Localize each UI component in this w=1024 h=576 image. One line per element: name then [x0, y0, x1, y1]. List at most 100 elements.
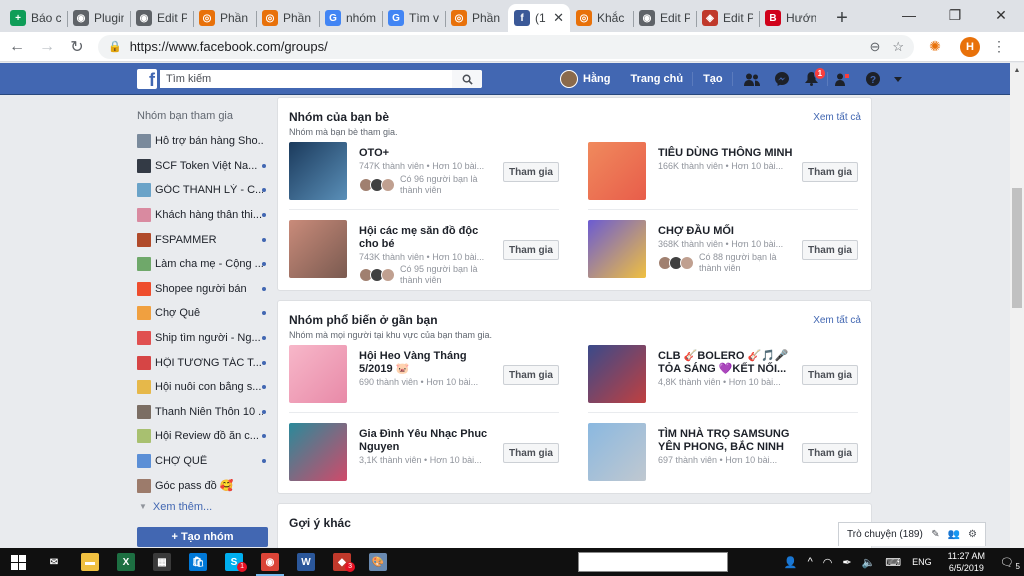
new-message-icon[interactable]: ✎	[931, 529, 939, 540]
join-group-button[interactable]: Tham gia	[503, 443, 559, 463]
browser-tab[interactable]: ◎ Phần	[256, 4, 319, 32]
pen-icon[interactable]: ✒	[842, 556, 851, 569]
taskbar-search-box[interactable]	[578, 552, 728, 572]
search-icon[interactable]	[452, 70, 482, 88]
back-arrow-icon[interactable]: ←	[4, 34, 30, 60]
close-window-icon[interactable]: ✕	[978, 0, 1024, 30]
zoom-icon[interactable]: ⊖	[869, 39, 880, 55]
taskbar-chrome-icon[interactable]: ◉	[252, 548, 288, 576]
group-cover-image[interactable]	[588, 142, 646, 200]
browser-tab[interactable]: f (1 ✕	[508, 4, 570, 32]
browser-tab[interactable]: ◈ Edit P	[696, 4, 759, 32]
input-language[interactable]: ENG	[912, 557, 932, 567]
sidebar-group-item[interactable]: Chợ Quê	[137, 301, 268, 326]
see-all-link[interactable]: Xem tất cả	[813, 315, 861, 326]
find-friends-icon[interactable]	[828, 73, 858, 86]
action-center-icon[interactable]: 🗨 5	[1000, 556, 1020, 571]
sidebar-group-item[interactable]: Góc pass đồ 🥰	[137, 473, 268, 498]
new-group-chat-icon[interactable]: 👥	[948, 529, 960, 540]
sidebar-group-item[interactable]: HỘI TƯƠNG TÁC T...	[137, 350, 268, 375]
home-link[interactable]: Trang chủ	[621, 73, 693, 85]
sidebar-group-item[interactable]: FSPAMMER	[137, 227, 268, 252]
sidebar-group-item[interactable]: GÓC THANH LÝ - C...	[137, 178, 268, 203]
chat-sidebar-bar[interactable]: Trò chuyện (189) ✎ 👥 ⚙	[838, 522, 986, 546]
join-group-button[interactable]: Tham gia	[503, 365, 559, 385]
taskbar-calculator-icon[interactable]: ▦	[144, 548, 180, 576]
user-avatar[interactable]	[560, 70, 578, 88]
see-all-link[interactable]: Xem tất cả	[813, 112, 861, 123]
search-input[interactable]	[160, 70, 452, 88]
join-group-button[interactable]: Tham gia	[802, 240, 858, 260]
join-group-button[interactable]: Tham gia	[802, 443, 858, 463]
notifications-bell-icon[interactable]: 1	[797, 67, 827, 86]
group-cover-image[interactable]	[289, 142, 347, 200]
create-link[interactable]: Tạo	[693, 73, 732, 85]
taskbar-excel-icon[interactable]: X	[108, 548, 144, 576]
taskbar-clock[interactable]: 11:27 AM 6/5/2019	[948, 550, 985, 574]
taskbar-explorer-icon[interactable]: ▬	[72, 548, 108, 576]
facebook-logo-icon[interactable]: f	[137, 69, 157, 89]
browser-tab[interactable]: Gnhóm	[319, 4, 382, 32]
create-group-button[interactable]: + Tạo nhóm	[137, 527, 268, 547]
join-group-button[interactable]: Tham gia	[802, 365, 858, 385]
group-name-link[interactable]: CLB 🎸BOLERO 🎸🎵🎤 TỎA SÁNG 💜KẾT NỐI...	[658, 350, 798, 376]
chat-settings-gear-icon[interactable]: ⚙	[968, 529, 977, 540]
group-name-link[interactable]: Gia Đình Yêu Nhạc Phuc Nguyen	[359, 428, 499, 454]
chrome-menu-icon[interactable]: ⋮	[992, 38, 1006, 55]
join-group-button[interactable]: Tham gia	[503, 240, 559, 260]
extension-icon[interactable]: ✺	[926, 38, 944, 56]
people-icon[interactable]: 👤	[784, 556, 798, 569]
friend-avatar[interactable]	[381, 268, 395, 282]
profile-avatar[interactable]: H	[960, 36, 980, 57]
group-name-link[interactable]: TÌM NHÀ TRỌ SAMSUNG YÊN PHONG, BẮC NINH	[658, 428, 798, 454]
friend-avatar[interactable]	[381, 178, 395, 192]
taskbar-paint-icon[interactable]: 🎨	[360, 548, 396, 576]
group-name-link[interactable]: TIÊU DÙNG THÔNG MINH	[658, 147, 798, 160]
browser-tab[interactable]: + Báo c	[4, 4, 67, 32]
sidebar-group-item[interactable]: Khách hàng thân thi...	[137, 203, 268, 228]
windows-start-icon[interactable]	[0, 548, 36, 576]
group-cover-image[interactable]	[588, 220, 646, 278]
browser-tab[interactable]: B Hướn	[759, 4, 822, 32]
group-name-link[interactable]: Hội các mẹ săn đồ độc cho bé	[359, 225, 499, 251]
sidebar-group-item[interactable]: Shopee người bán	[137, 277, 268, 302]
taskbar-mail-icon[interactable]: ✉	[36, 548, 72, 576]
group-name-link[interactable]: Hội Heo Vàng Tháng 5/2019 🐷	[359, 350, 499, 376]
sidebar-group-item[interactable]: Hội nuôi con bằng s...	[137, 375, 268, 400]
group-cover-image[interactable]	[289, 423, 347, 481]
friend-avatar[interactable]	[680, 256, 694, 270]
scrollbar-thumb[interactable]	[1012, 188, 1022, 308]
group-cover-image[interactable]	[289, 345, 347, 403]
see-more-link[interactable]: ▼ Xem thêm...	[137, 501, 268, 513]
browser-tab[interactable]: ◉ Edit P	[130, 4, 193, 32]
sidebar-group-item[interactable]: Hỗ trợ bán hàng Sho...	[137, 129, 268, 154]
close-tab-icon[interactable]: ✕	[553, 10, 564, 26]
address-bar[interactable]: 🔒 https://www.facebook.com/groups/ ⊖ ☆	[98, 34, 914, 59]
minimize-icon[interactable]: —	[886, 0, 932, 30]
browser-tab[interactable]: ◉ Edit P	[633, 4, 696, 32]
group-name-link[interactable]: OTO+	[359, 147, 499, 160]
group-cover-image[interactable]	[588, 423, 646, 481]
sidebar-group-item[interactable]: Hội Review đồ ăn c...	[137, 424, 268, 449]
friend-requests-icon[interactable]	[737, 73, 767, 86]
group-cover-image[interactable]	[289, 220, 347, 278]
maximize-icon[interactable]: ❐	[932, 0, 978, 30]
taskbar-word-icon[interactable]: W	[288, 548, 324, 576]
taskbar-skype-icon[interactable]: S1	[216, 548, 252, 576]
browser-tab[interactable]: G Tìm v	[382, 4, 445, 32]
group-name-link[interactable]: CHỢ ĐẦU MỐI	[658, 225, 798, 238]
new-tab-button[interactable]: +	[828, 4, 856, 32]
browser-tab[interactable]: ◉ Plugin	[67, 4, 130, 32]
sidebar-group-item[interactable]: CHỢ QUÊ	[137, 449, 268, 474]
reload-icon[interactable]: ↻	[64, 34, 90, 60]
scroll-up-arrow-icon[interactable]: ▲	[1010, 63, 1024, 77]
wifi-icon[interactable]: ◠	[823, 556, 833, 569]
messenger-icon[interactable]	[767, 72, 797, 86]
help-question-icon[interactable]: ?	[858, 72, 888, 86]
account-dropdown-icon[interactable]	[888, 76, 908, 82]
keyboard-icon[interactable]: ⌨	[885, 556, 901, 569]
browser-tab[interactable]: ◎ Phần	[193, 4, 256, 32]
profile-link[interactable]: Hằng	[583, 73, 611, 85]
group-cover-image[interactable]	[588, 345, 646, 403]
volume-icon[interactable]: 🔈	[862, 556, 876, 569]
